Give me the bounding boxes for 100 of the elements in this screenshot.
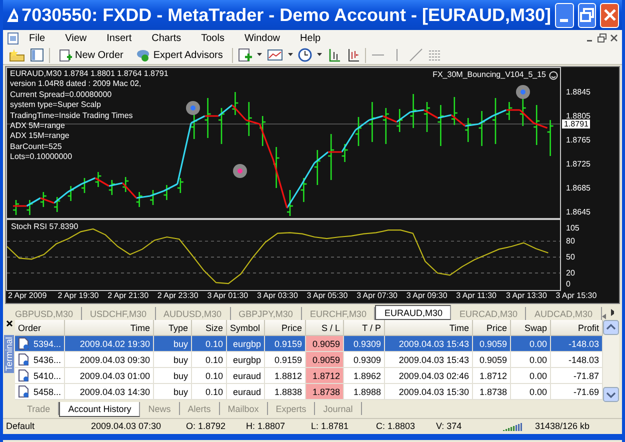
fibonacci-icon[interactable]: [428, 48, 442, 62]
expert-advisors-button[interactable]: Expert Advisors: [132, 46, 227, 64]
caret-icon[interactable]: [256, 53, 262, 57]
clock-icon[interactable]: [298, 48, 312, 62]
time-axis-label: 2 Apr 21:30: [108, 291, 150, 302]
new-order-button[interactable]: New Order: [55, 46, 128, 64]
table-cell: 1.8838: [265, 384, 306, 400]
chart-info-text: version 1.04R8 dated : 2009 Mac 02,: [10, 79, 142, 90]
close-icon[interactable]: [610, 34, 618, 42]
table-cell: 0.00: [511, 368, 551, 384]
scroll-left-icon[interactable]: [602, 313, 606, 320]
table-cell: buy: [154, 336, 192, 352]
table-cell: 0.9309: [344, 352, 385, 368]
chart-window-icon[interactable]: [266, 48, 283, 62]
restore-icon[interactable]: [597, 33, 607, 43]
new-order-icon: [59, 48, 72, 62]
caret-icon[interactable]: [288, 53, 293, 57]
table-cell: 1.8738: [306, 384, 344, 400]
menu-item[interactable]: File: [19, 32, 56, 44]
column-header[interactable]: Price: [473, 320, 511, 336]
order-number: 5458...: [33, 386, 61, 396]
price-axis-label: 1.8805: [566, 112, 590, 120]
caret-icon[interactable]: [316, 53, 322, 57]
menu-item[interactable]: Help: [290, 32, 331, 44]
column-header[interactable]: Order: [15, 320, 65, 336]
expert-name: FX_30M_Bouncing_V104_5_15: [432, 70, 546, 79]
status-text: Default: [5, 421, 36, 431]
price-bar: [300, 178, 307, 202]
time-axis-label: 3 Apr 07:30: [356, 291, 398, 302]
table-cell: 0.00: [511, 336, 551, 352]
minimize-button[interactable]: [555, 2, 574, 28]
order-number: 5394...: [33, 338, 61, 348]
column-header[interactable]: Profit: [551, 320, 603, 336]
chart-shift-icon[interactable]: [346, 48, 360, 62]
price-bar: [520, 97, 526, 126]
table-cell: buy: [154, 368, 192, 384]
column-header[interactable]: Swap: [511, 320, 551, 336]
status-text: 2009.04.03 07:30: [90, 421, 162, 431]
chart-info-text: TradingTime=Inside Trading Times: [10, 110, 133, 122]
column-header[interactable]: Price: [265, 320, 306, 336]
menu-item[interactable]: View: [55, 32, 97, 44]
table-cell: -148.03: [551, 336, 603, 352]
menu-item[interactable]: Insert: [96, 32, 142, 44]
column-header[interactable]: Size: [192, 320, 227, 336]
new-chart-icon[interactable]: [238, 48, 252, 62]
restore-button[interactable]: [578, 2, 596, 28]
level-axis-label: 50: [566, 252, 575, 262]
table-cell: 0.00: [511, 352, 551, 368]
signal-marker: [516, 85, 530, 99]
table-cell: 0.9309: [344, 336, 385, 352]
price-axis-label: 1.8645: [566, 208, 590, 216]
price-bar: [108, 180, 115, 195]
table-cell: 2009.04.03 14:30: [65, 384, 154, 400]
price-axis-label: 1.8765: [566, 136, 590, 144]
scroll-down-icon[interactable]: [603, 387, 619, 402]
scroll-up-icon[interactable]: [603, 320, 619, 335]
price-bar: [164, 185, 170, 200]
table-cell: buy: [154, 384, 192, 400]
price-bar: [396, 109, 403, 132]
panel-icon[interactable]: [30, 48, 44, 62]
status-text: O: 1.8792: [185, 421, 227, 431]
table-cell: 2009.04.03 15:43: [385, 336, 473, 352]
column-header[interactable]: Time: [65, 320, 154, 336]
price-bar: [150, 190, 156, 205]
close-icon: [602, 8, 617, 22]
table-cell: 0.9059: [473, 336, 511, 352]
terminal-tab[interactable]: Account History: [59, 402, 140, 417]
trendline-icon[interactable]: [408, 48, 423, 62]
status-text: V: 374: [435, 421, 463, 431]
column-header[interactable]: Type: [154, 320, 192, 336]
close-icon[interactable]: [6, 320, 12, 327]
price-bar: [273, 147, 280, 188]
menu-item[interactable]: Window: [234, 32, 290, 44]
price-bar: [314, 150, 320, 185]
time-axis-label: 3 Apr 09:30: [406, 291, 448, 302]
menu-item[interactable]: Charts: [142, 32, 192, 44]
scroll-right-icon[interactable]: [610, 309, 614, 316]
table-cell: -71.87: [551, 368, 603, 384]
table-cell: 1.8738: [473, 384, 511, 400]
chart-tab[interactable]: EURAUD,M30: [375, 305, 452, 320]
column-header[interactable]: Symbol: [227, 320, 265, 336]
level-axis-label: 0: [566, 279, 570, 288]
time-axis-label: 2 Apr 19:30: [58, 291, 100, 302]
table-cell: 0.9059: [306, 352, 344, 368]
table-cell: 2009.04.03 02:46: [385, 368, 473, 384]
document-icon[interactable]: [7, 32, 19, 44]
column-header[interactable]: Time: [385, 320, 473, 336]
price-bar: [328, 134, 334, 180]
window-title: 7030550: FXDD - MetaTrader - Demo Account - [EURAUD,M30]: [22, 4, 552, 26]
status-text: L: 1.8781: [310, 421, 350, 431]
bar-chart-icon[interactable]: [326, 48, 341, 62]
indicator-label: Stoch RSI 57.8390: [11, 222, 78, 231]
menu-item[interactable]: Tools: [191, 32, 234, 44]
star-folder-icon[interactable]: [9, 48, 25, 62]
close-button[interactable]: [600, 2, 619, 28]
column-header[interactable]: T / P: [344, 320, 385, 336]
column-header[interactable]: S / L: [306, 320, 344, 336]
time-axis-label: 3 Apr 05:30: [306, 291, 349, 302]
chart-info-text: Current Spread=0.00080000: [10, 90, 112, 100]
time-axis-label: 3 Apr 15:30: [556, 291, 598, 302]
